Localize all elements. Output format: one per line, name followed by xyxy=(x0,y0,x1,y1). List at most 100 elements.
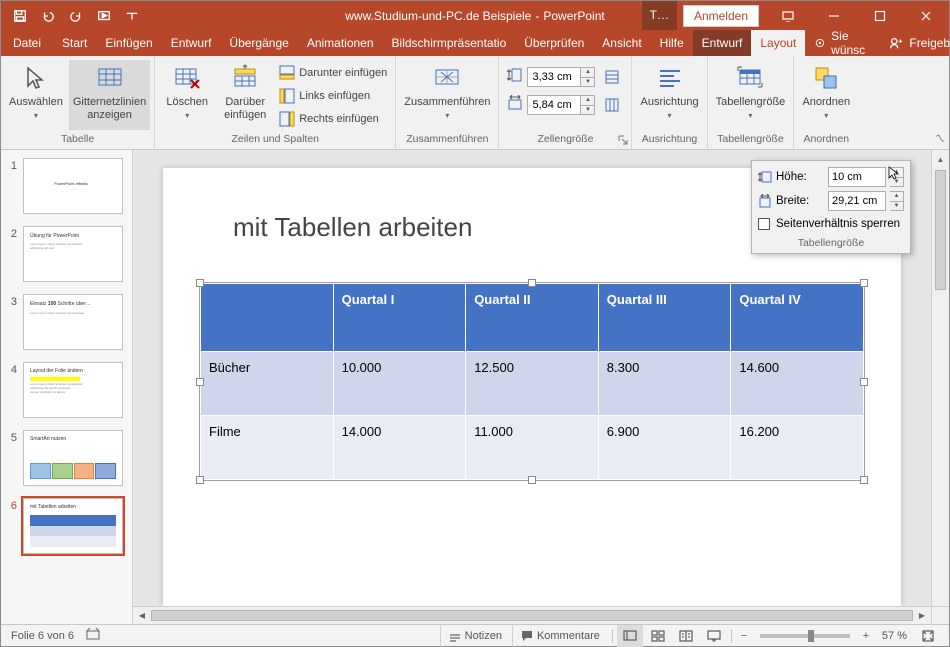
spin-down[interactable]: ▼ xyxy=(890,178,903,187)
tell-me-button[interactable]: Sie wünsc xyxy=(805,30,879,56)
slide-title[interactable]: mit Tabellen arbeiten xyxy=(233,212,472,243)
table-header[interactable]: Quartal IV xyxy=(731,284,864,352)
lock-aspect-checkbox[interactable]: Seitenverhältnis sperren xyxy=(758,213,904,235)
spin-down[interactable]: ▼ xyxy=(890,202,903,211)
resize-handle[interactable] xyxy=(528,279,536,287)
close-button[interactable] xyxy=(903,1,949,30)
dialog-launcher-icon[interactable] xyxy=(617,135,629,147)
thumbnail-4[interactable]: 4Layout der Folie ändernLorem ipsum dolo… xyxy=(7,362,126,418)
accessibility-icon[interactable] xyxy=(86,627,100,644)
ribbon-display-options[interactable] xyxy=(765,1,811,30)
zoom-slider[interactable] xyxy=(760,634,850,638)
table-cell[interactable]: 11.000 xyxy=(466,416,599,480)
start-from-beginning-button[interactable] xyxy=(95,7,113,25)
table-cell[interactable]: 6.900 xyxy=(598,416,731,480)
tab-insert[interactable]: Einfügen xyxy=(96,30,161,56)
table-cell[interactable]: 8.300 xyxy=(598,352,731,416)
col-width-input[interactable]: ▲▼ xyxy=(527,94,595,116)
arrange-button[interactable]: Anordnen ▾ xyxy=(798,60,854,130)
spin-up[interactable]: ▲ xyxy=(581,96,594,106)
fit-to-window-button[interactable] xyxy=(915,625,941,647)
tab-help[interactable]: Hilfe xyxy=(651,30,693,56)
delete-button[interactable]: Löschen ▾ xyxy=(159,60,215,130)
tab-view[interactable]: Ansicht xyxy=(593,30,650,56)
collapse-ribbon-button[interactable]: ㄟ xyxy=(935,130,945,145)
spin-down[interactable]: ▼ xyxy=(581,78,594,87)
spin-up[interactable]: ▲ xyxy=(890,192,903,202)
spin-up[interactable]: ▲ xyxy=(581,68,594,78)
table-cell[interactable]: 10.000 xyxy=(333,352,466,416)
resize-handle[interactable] xyxy=(860,279,868,287)
resize-handle[interactable] xyxy=(196,476,204,484)
table-header[interactable]: Quartal II xyxy=(466,284,599,352)
tab-slideshow[interactable]: Bildschirmpräsentatio xyxy=(383,30,516,56)
zoom-level[interactable]: 57 % xyxy=(876,630,913,642)
thumbnail-3[interactable]: 3Einsatz 100 Schritte über…Lorem ipsum d… xyxy=(7,294,126,350)
thumbnail-2[interactable]: 2Übung für PowerPointLorem ipsum dolor s… xyxy=(7,226,126,282)
table-cell[interactable]: Bücher xyxy=(201,352,334,416)
zoom-in-button[interactable]: + xyxy=(858,630,874,642)
tab-table-design[interactable]: Entwurf xyxy=(693,30,752,56)
tab-file[interactable]: Datei xyxy=(1,30,53,56)
spin-down[interactable]: ▼ xyxy=(581,106,594,115)
tab-review[interactable]: Überprüfen xyxy=(515,30,593,56)
tab-animations[interactable]: Animationen xyxy=(298,30,383,56)
scroll-thumb[interactable] xyxy=(935,170,946,290)
distribute-rows-button[interactable] xyxy=(601,67,623,87)
table-height-input[interactable] xyxy=(828,167,886,187)
zoom-thumb[interactable] xyxy=(808,630,814,642)
table-cell[interactable]: 12.500 xyxy=(466,352,599,416)
signin-button[interactable]: Anmelden xyxy=(683,5,759,27)
tab-design[interactable]: Entwurf xyxy=(162,30,221,56)
redo-button[interactable] xyxy=(67,7,85,25)
alignment-button[interactable]: Ausrichtung ▾ xyxy=(636,60,702,130)
resize-handle[interactable] xyxy=(528,476,536,484)
insert-above-button[interactable]: Darüber einfügen xyxy=(217,60,273,130)
undo-button[interactable] xyxy=(39,7,57,25)
save-button[interactable] xyxy=(11,7,29,25)
comments-button[interactable]: Kommentare xyxy=(512,625,608,647)
share-button[interactable]: Freigeben xyxy=(879,30,950,56)
tab-transitions[interactable]: Übergänge xyxy=(220,30,297,56)
slide-sorter-button[interactable] xyxy=(645,625,671,647)
thumbnail-6[interactable]: 6mit Tabellen arbeiten xyxy=(7,498,126,554)
slideshow-button[interactable] xyxy=(701,625,727,647)
spin-up[interactable]: ▲ xyxy=(890,168,903,178)
table-header[interactable]: Quartal III xyxy=(598,284,731,352)
resize-handle[interactable] xyxy=(860,378,868,386)
table-cell[interactable]: 16.200 xyxy=(731,416,864,480)
tab-table-layout[interactable]: Layout xyxy=(751,30,805,56)
maximize-button[interactable] xyxy=(857,1,903,30)
table-selection[interactable]: Quartal I Quartal II Quartal III Quartal… xyxy=(199,282,865,481)
table-cell[interactable]: 14.000 xyxy=(333,416,466,480)
table-cell[interactable]: 14.600 xyxy=(731,352,864,416)
table-width-input[interactable] xyxy=(828,191,886,211)
resize-handle[interactable] xyxy=(196,378,204,386)
zoom-out-button[interactable]: − xyxy=(736,630,752,642)
view-gridlines-button[interactable]: Gitternetzlinien anzeigen xyxy=(69,60,150,130)
scroll-up-button[interactable]: ▲ xyxy=(932,150,949,168)
vertical-scrollbar[interactable]: ▲ ▼ xyxy=(931,150,949,624)
horizontal-scrollbar[interactable]: ◀ ▶ xyxy=(133,606,931,624)
qat-customize-button[interactable] xyxy=(123,7,141,25)
thumbnail-5[interactable]: 5SmartArt nutzen xyxy=(7,430,126,486)
notes-button[interactable]: Notizen xyxy=(440,625,510,647)
select-button[interactable]: Auswählen ▾ xyxy=(5,60,67,130)
insert-left-button[interactable]: Links einfügen xyxy=(275,85,391,107)
table-cell[interactable]: Filme xyxy=(201,416,334,480)
tab-home[interactable]: Start xyxy=(53,30,96,56)
normal-view-button[interactable] xyxy=(617,625,643,647)
resize-handle[interactable] xyxy=(860,476,868,484)
merge-button[interactable]: Zusammenführen ▾ xyxy=(400,60,494,130)
table-header[interactable] xyxy=(201,284,334,352)
resize-handle[interactable] xyxy=(196,279,204,287)
distribute-cols-button[interactable] xyxy=(601,95,623,115)
scroll-thumb[interactable] xyxy=(151,610,913,621)
table-header[interactable]: Quartal I xyxy=(333,284,466,352)
thumbnail-1[interactable]: 1PowerPoint effektiv xyxy=(7,158,126,214)
table-size-button[interactable]: Tabellengröße ▾ xyxy=(712,60,790,130)
reading-view-button[interactable] xyxy=(673,625,699,647)
insert-right-button[interactable]: Rechts einfügen xyxy=(275,108,391,130)
data-table[interactable]: Quartal I Quartal II Quartal III Quartal… xyxy=(200,283,864,480)
row-height-input[interactable]: ▲▼ xyxy=(527,66,595,88)
